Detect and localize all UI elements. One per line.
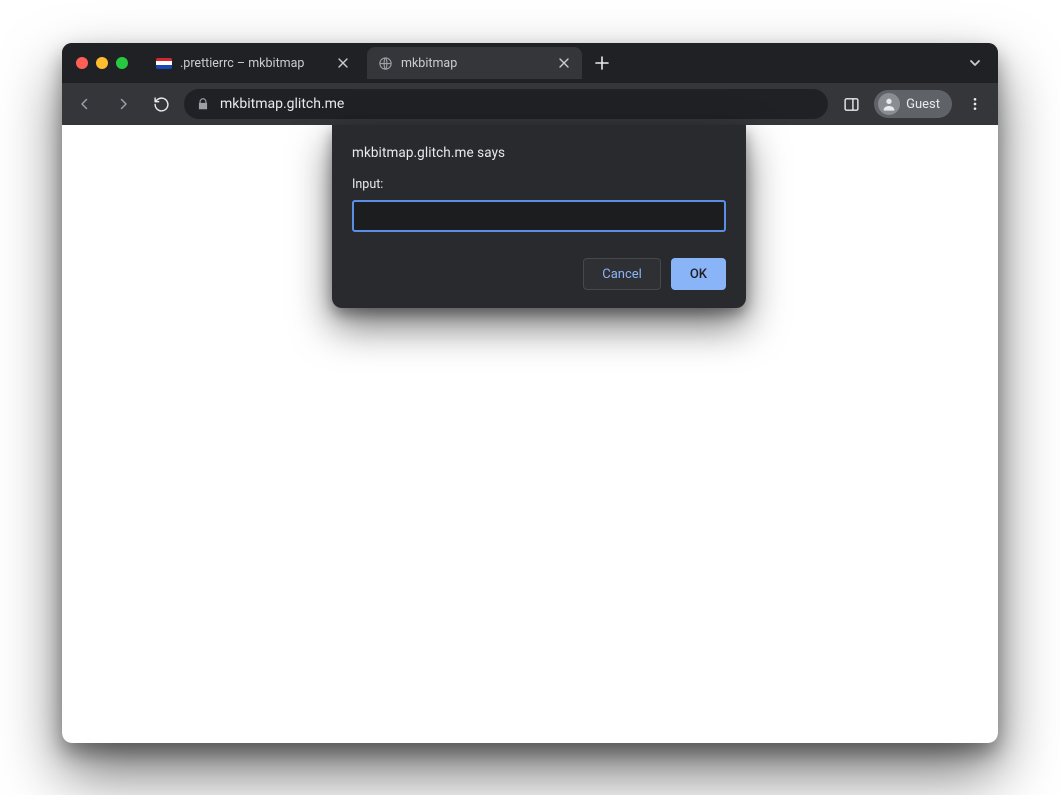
tab-prettierrc[interactable]: .prettierrc – mkbitmap	[146, 47, 361, 79]
tab-title: mkbitmap	[401, 56, 548, 71]
flag-icon	[156, 55, 172, 71]
tab-strip: .prettierrc – mkbitmap mkbitmap	[62, 43, 998, 83]
profile-chip[interactable]: Guest	[874, 90, 952, 118]
close-icon[interactable]	[556, 55, 572, 71]
new-tab-button[interactable]	[588, 49, 616, 77]
chevron-down-icon[interactable]	[960, 56, 990, 70]
button-label: OK	[690, 267, 707, 282]
dialog-buttons: Cancel OK	[352, 258, 726, 290]
forward-button[interactable]	[108, 89, 138, 119]
js-prompt-dialog: mkbitmap.glitch.me says Input: Cancel OK	[332, 125, 746, 308]
lock-icon	[196, 97, 210, 111]
back-button[interactable]	[70, 89, 100, 119]
browser-window: .prettierrc – mkbitmap mkbitmap	[62, 43, 998, 743]
page-content: mkbitmap.glitch.me says Input: Cancel OK	[62, 125, 998, 743]
reload-button[interactable]	[146, 89, 176, 119]
toolbar: mkbitmap.glitch.me Guest	[62, 83, 998, 125]
ok-button[interactable]: OK	[671, 258, 726, 290]
dialog-origin: mkbitmap.glitch.me says	[352, 145, 726, 161]
tab-title: .prettierrc – mkbitmap	[180, 56, 327, 71]
button-label: Cancel	[602, 267, 642, 282]
kebab-menu-button[interactable]	[960, 89, 990, 119]
window-controls	[76, 57, 128, 69]
url-text: mkbitmap.glitch.me	[220, 96, 344, 112]
globe-icon	[377, 55, 393, 71]
tab-mkbitmap[interactable]: mkbitmap	[367, 47, 582, 79]
dialog-prompt-label: Input:	[352, 177, 726, 192]
cancel-button[interactable]: Cancel	[583, 258, 661, 290]
address-bar[interactable]: mkbitmap.glitch.me	[184, 89, 828, 119]
avatar-icon	[878, 93, 900, 115]
window-zoom-button[interactable]	[116, 57, 128, 69]
side-panel-button[interactable]	[836, 89, 866, 119]
window-minimize-button[interactable]	[96, 57, 108, 69]
close-icon[interactable]	[335, 55, 351, 71]
prompt-input[interactable]	[352, 200, 726, 232]
profile-label: Guest	[906, 97, 940, 112]
window-close-button[interactable]	[76, 57, 88, 69]
